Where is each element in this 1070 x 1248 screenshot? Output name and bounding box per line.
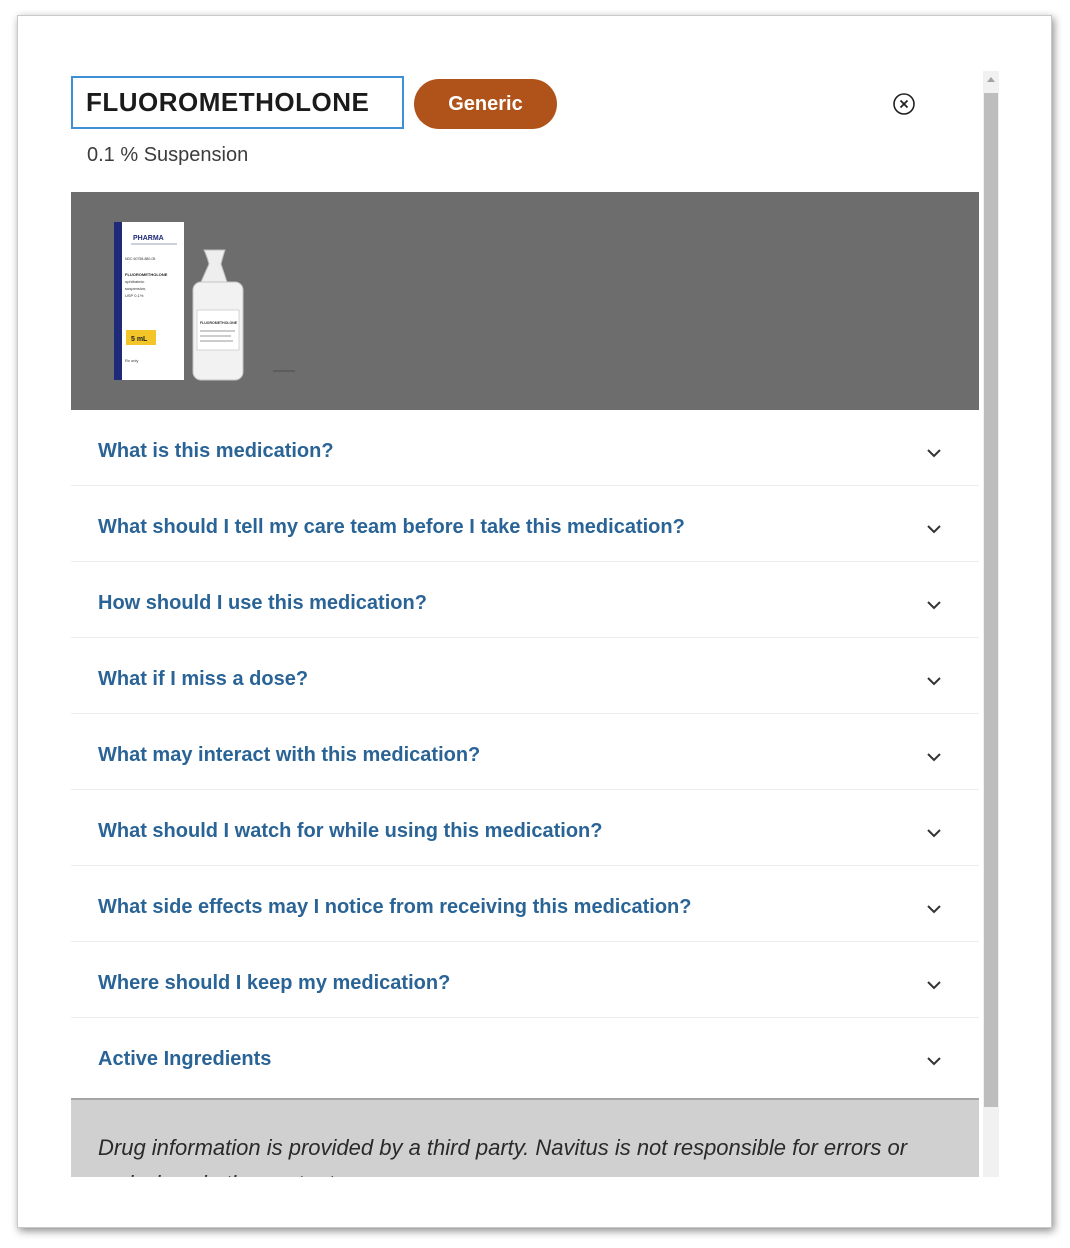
accordion-item-interactions[interactable]: What may interact with this medication?: [71, 714, 979, 790]
chevron-down-icon: [927, 525, 941, 534]
chevron-down-icon: [927, 449, 941, 458]
chevron-down-icon: [927, 601, 941, 610]
disclaimer-footer: Drug information is provided by a third …: [71, 1098, 979, 1177]
box-brand-text: PHARMA: [133, 235, 164, 242]
accordion-label: What if I miss a dose?: [98, 668, 309, 690]
box-ndc-text: NDC 60758-880-05: [125, 257, 155, 261]
accordion-item-tell-care-team[interactable]: What should I tell my care team before I…: [71, 486, 979, 562]
chevron-down-icon: [927, 905, 941, 914]
bottle-label-text: FLUOROMETHOLONE: [200, 321, 238, 325]
drug-image-panel: PHARMA NDC 60758-880-05 FLUOROMETHOLONE …: [71, 192, 979, 410]
drug-name[interactable]: FLUOROMETHOLONE: [71, 76, 404, 129]
vertical-scrollbar[interactable]: [983, 71, 999, 1177]
accordion-label: What should I watch for while using this…: [98, 820, 603, 842]
box-line-3: suspension,: [125, 286, 146, 291]
generic-badge: Generic: [414, 79, 557, 129]
chevron-down-icon: [927, 981, 941, 990]
scroll-up-arrow-icon[interactable]: [983, 71, 999, 87]
box-line-4: USP 0.1%: [125, 293, 144, 298]
chevron-down-icon: [927, 753, 941, 762]
faq-accordion: What is this medication? What should I t…: [71, 410, 979, 1094]
accordion-item-missed-dose[interactable]: What if I miss a dose?: [71, 638, 979, 714]
box-line-2: ophthalmic: [125, 279, 144, 284]
accordion-label: What is this medication?: [98, 440, 334, 462]
close-icon[interactable]: [892, 92, 916, 116]
accordion-item-active-ingredients[interactable]: Active Ingredients: [71, 1018, 979, 1094]
accordion-label: What side effects may I notice from rece…: [98, 896, 692, 918]
accordion-item-watch-for[interactable]: What should I watch for while using this…: [71, 790, 979, 866]
accordion-item-what-is[interactable]: What is this medication?: [71, 410, 979, 486]
accordion-item-side-effects[interactable]: What side effects may I notice from rece…: [71, 866, 979, 942]
accordion-item-storage[interactable]: Where should I keep my medication?: [71, 942, 979, 1018]
scrollbar-thumb[interactable]: [984, 93, 998, 1107]
chevron-down-icon: [927, 677, 941, 686]
chevron-down-icon: [927, 1057, 941, 1066]
accordion-item-how-to-use[interactable]: How should I use this medication?: [71, 562, 979, 638]
accordion-label: Where should I keep my medication?: [98, 972, 451, 994]
drug-product-image: PHARMA NDC 60758-880-05 FLUOROMETHOLONE …: [114, 222, 295, 381]
box-rx-text: Rx only: [125, 358, 138, 363]
chevron-down-icon: [927, 829, 941, 838]
accordion-label: What should I tell my care team before I…: [98, 516, 685, 538]
drug-strength: 0.1 % Suspension: [87, 144, 249, 166]
box-line-1: FLUOROMETHOLONE: [125, 272, 168, 277]
box-volume-text: 5 mL: [131, 336, 148, 343]
accordion-label: How should I use this medication?: [98, 592, 427, 614]
accordion-label: Active Ingredients: [98, 1048, 272, 1070]
accordion-label: What may interact with this medication?: [98, 744, 481, 766]
disclaimer-text: Drug information is provided by a third …: [98, 1135, 908, 1177]
modal-scroll-area[interactable]: FLUOROMETHOLONE Generic 0.1 % Suspension…: [71, 71, 999, 1177]
